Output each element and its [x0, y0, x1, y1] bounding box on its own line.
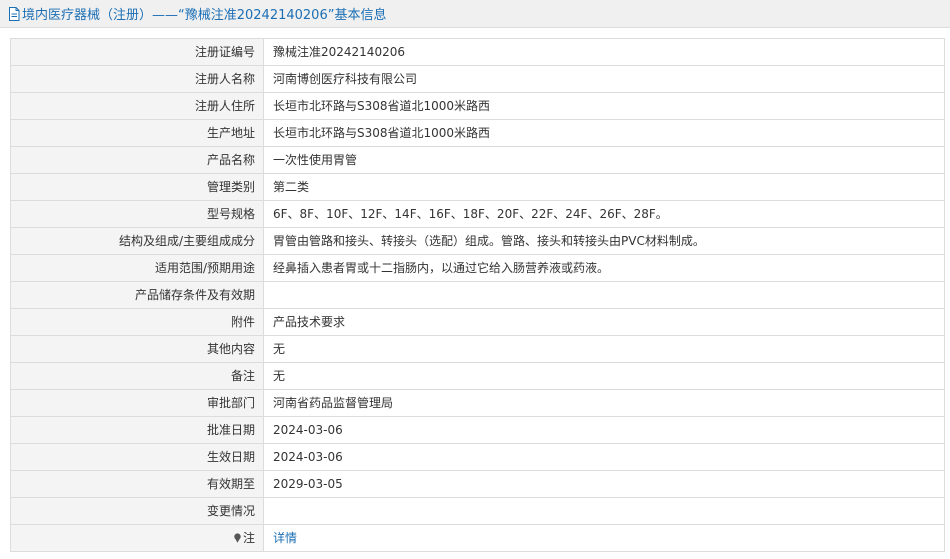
table-row: 附件 产品技术要求	[10, 308, 945, 336]
table-row: 产品名称 一次性使用胃管	[10, 146, 945, 174]
row-value: 豫械注准20242140206	[263, 38, 945, 66]
row-label: 批准日期	[10, 416, 264, 444]
row-value: 一次性使用胃管	[263, 146, 945, 174]
row-value: 长垣市北环路与S308省道北1000米路西	[263, 119, 945, 147]
info-table-container: 注册证编号 豫械注准20242140206 注册人名称 河南博创医疗科技有限公司…	[10, 38, 945, 552]
row-label: 其他内容	[10, 335, 264, 363]
row-label: 备注	[10, 362, 264, 390]
row-label: 生产地址	[10, 119, 264, 147]
document-icon	[9, 6, 20, 21]
note-row-label: 注	[10, 524, 264, 552]
row-label: 管理类别	[10, 173, 264, 201]
table-row: 产品储存条件及有效期	[10, 281, 945, 309]
page-header: 境内医疗器械（注册）——“豫械注准20242140206”基本信息	[0, 0, 950, 28]
note-row-value: 详情	[263, 524, 945, 552]
pin-icon	[234, 533, 241, 543]
row-value: 长垣市北环路与S308省道北1000米路西	[263, 92, 945, 120]
row-label: 注册人名称	[10, 65, 264, 93]
row-value: 胃管由管路和接头、转接头（选配）组成。管路、接头和转接头由PVC材料制成。	[263, 227, 945, 255]
table-row: 型号规格 6F、8F、10F、12F、14F、16F、18F、20F、22F、2…	[10, 200, 945, 228]
details-link[interactable]: 详情	[273, 531, 297, 545]
row-value: 产品技术要求	[263, 308, 945, 336]
row-value: 河南博创医疗科技有限公司	[263, 65, 945, 93]
row-value: 2024-03-06	[263, 416, 945, 444]
row-value: 河南省药品监督管理局	[263, 389, 945, 417]
row-value: 无	[263, 335, 945, 363]
row-label: 结构及组成/主要组成成分	[10, 227, 264, 255]
row-value: 无	[263, 362, 945, 390]
row-label: 注册人住所	[10, 92, 264, 120]
row-value: 6F、8F、10F、12F、14F、16F、18F、20F、22F、24F、26…	[263, 200, 945, 228]
row-value: 经鼻插入患者胃或十二指肠内，以通过它给入肠营养液或药液。	[263, 254, 945, 282]
info-table-body: 注册证编号 豫械注准20242140206 注册人名称 河南博创医疗科技有限公司…	[10, 38, 945, 552]
table-row: 适用范围/预期用途 经鼻插入患者胃或十二指肠内，以通过它给入肠营养液或药液。	[10, 254, 945, 282]
row-value: 2029-03-05	[263, 470, 945, 498]
table-row: 备注 无	[10, 362, 945, 390]
table-row: 管理类别 第二类	[10, 173, 945, 201]
note-label-text: 注	[242, 531, 255, 545]
info-table: 注册证编号 豫械注准20242140206 注册人名称 河南博创医疗科技有限公司…	[10, 38, 945, 552]
table-row: 生产地址 长垣市北环路与S308省道北1000米路西	[10, 119, 945, 147]
row-label: 有效期至	[10, 470, 264, 498]
row-value: 第二类	[263, 173, 945, 201]
table-row: 注册人名称 河南博创医疗科技有限公司	[10, 65, 945, 93]
table-row: 其他内容 无	[10, 335, 945, 363]
row-value	[263, 281, 945, 309]
table-row: 批准日期 2024-03-06	[10, 416, 945, 444]
table-row: 注册证编号 豫械注准20242140206	[10, 38, 945, 66]
table-row: 审批部门 河南省药品监督管理局	[10, 389, 945, 417]
row-label: 附件	[10, 308, 264, 336]
table-row: 生效日期 2024-03-06	[10, 443, 945, 471]
row-label: 审批部门	[10, 389, 264, 417]
row-label: 产品储存条件及有效期	[10, 281, 264, 309]
row-label: 适用范围/预期用途	[10, 254, 264, 282]
row-label: 变更情况	[10, 497, 264, 525]
note-row: 注 详情	[10, 524, 945, 552]
row-label: 注册证编号	[10, 38, 264, 66]
row-label: 产品名称	[10, 146, 264, 174]
row-value	[263, 497, 945, 525]
table-row: 注册人住所 长垣市北环路与S308省道北1000米路西	[10, 92, 945, 120]
row-label: 型号规格	[10, 200, 264, 228]
table-row: 变更情况	[10, 497, 945, 525]
row-value: 2024-03-06	[263, 443, 945, 471]
row-label: 生效日期	[10, 443, 264, 471]
page-title: 境内医疗器械（注册）——“豫械注准20242140206”基本信息	[22, 8, 387, 23]
table-row: 有效期至 2029-03-05	[10, 470, 945, 498]
table-row: 结构及组成/主要组成成分 胃管由管路和接头、转接头（选配）组成。管路、接头和转接…	[10, 227, 945, 255]
